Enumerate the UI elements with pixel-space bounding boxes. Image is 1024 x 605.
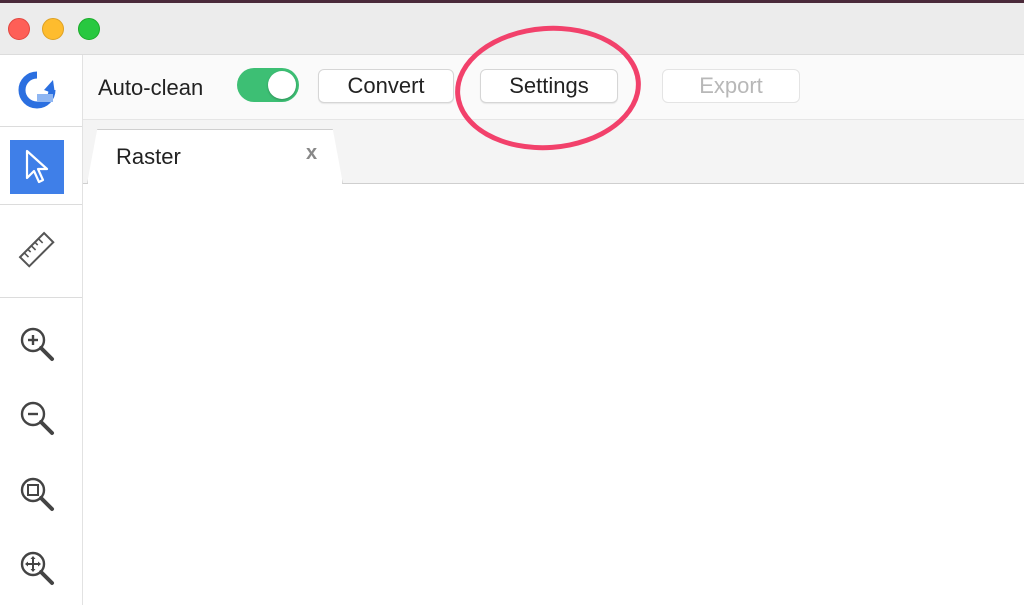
sidebar-divider — [0, 126, 82, 127]
document-canvas[interactable] — [83, 184, 1024, 605]
zoom-fit-button[interactable] — [10, 467, 64, 521]
window-minimize-button[interactable] — [42, 18, 64, 40]
ruler-icon — [18, 231, 55, 268]
zoom-in-icon — [20, 327, 54, 361]
tab-close-button[interactable]: x — [306, 142, 317, 165]
app-logo-icon — [10, 63, 64, 117]
zoom-out-button[interactable] — [10, 391, 64, 445]
zoom-out-icon — [20, 401, 54, 435]
autoclean-label: Auto-clean — [98, 75, 204, 100]
window-close-button[interactable] — [8, 18, 30, 40]
toggle-knob — [268, 71, 296, 99]
tab-raster[interactable]: Raster x — [87, 129, 343, 184]
zoom-fit-icon — [20, 477, 54, 511]
tab-label: Raster — [116, 144, 181, 169]
pointer-tool-button[interactable] — [10, 140, 64, 194]
sidebar-divider — [0, 297, 82, 298]
zoom-in-button[interactable] — [10, 317, 64, 371]
sidebar-divider — [0, 204, 82, 205]
window-maximize-button[interactable] — [78, 18, 100, 40]
autoclean-toggle[interactable] — [237, 68, 299, 102]
pan-button[interactable] — [10, 541, 64, 595]
pointer-icon — [25, 149, 49, 184]
export-button[interactable]: Export — [662, 69, 800, 103]
convert-button[interactable]: Convert — [318, 69, 454, 103]
ruler-tool-button[interactable] — [10, 223, 64, 277]
pan-icon — [20, 551, 54, 585]
tool-sidebar — [0, 55, 83, 605]
